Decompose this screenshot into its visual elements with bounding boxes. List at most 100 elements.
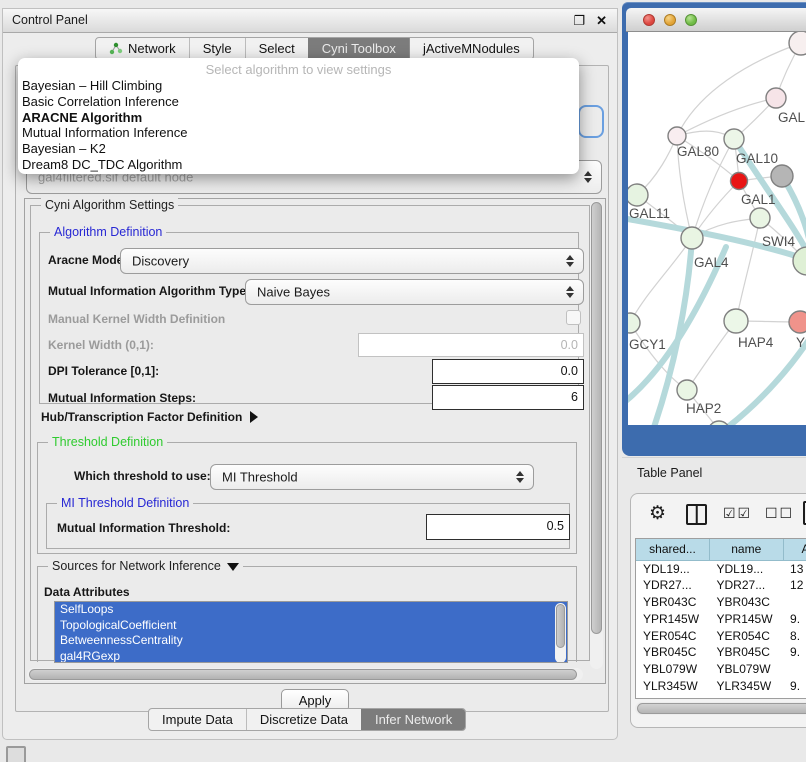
settings-vertical-scrollbar[interactable] bbox=[590, 201, 603, 669]
network-node-hap2[interactable] bbox=[677, 380, 697, 400]
algorithm-option[interactable]: Basic Correlation Inference bbox=[18, 94, 579, 110]
network-node-gal11[interactable] bbox=[628, 184, 648, 206]
tab-network[interactable]: Network bbox=[96, 38, 189, 59]
column-header-name[interactable]: name bbox=[710, 539, 784, 560]
tab-cyni-toolbox[interactable]: Cyni Toolbox bbox=[308, 38, 409, 59]
which-threshold-select[interactable]: MI Threshold bbox=[210, 464, 534, 490]
mi-threshold-field[interactable]: 0.5 bbox=[426, 514, 570, 540]
network-node-swi4[interactable] bbox=[793, 247, 806, 275]
network-node-hap4[interactable] bbox=[724, 309, 748, 333]
table-cell[interactable]: 8. bbox=[783, 627, 806, 644]
table-cell[interactable]: 12 bbox=[783, 577, 806, 594]
table-row[interactable]: YDL19...YDL19...13 bbox=[636, 560, 806, 577]
table-cell[interactable]: YBL079W bbox=[636, 661, 710, 678]
attribute-item[interactable]: gal4RGexp bbox=[55, 649, 567, 664]
network-edge[interactable] bbox=[736, 218, 760, 321]
close-traffic-icon[interactable] bbox=[643, 14, 655, 26]
gear-icon[interactable]: ⚙ bbox=[649, 502, 666, 526]
tab-discretize-data[interactable]: Discretize Data bbox=[246, 709, 361, 730]
table-cell[interactable]: YPR145W bbox=[710, 610, 784, 627]
network-node-gal[interactable] bbox=[766, 88, 786, 108]
network-edge[interactable] bbox=[677, 98, 776, 136]
network-node[interactable] bbox=[750, 208, 770, 228]
float-window-icon[interactable]: ❐ bbox=[573, 12, 585, 29]
algorithm-option[interactable]: Mutual Information Inference bbox=[18, 125, 579, 141]
table-cell[interactable]: YDL19... bbox=[636, 560, 710, 577]
table-row[interactable]: YIL052CYIL052C9 bbox=[636, 694, 806, 699]
columns-icon[interactable] bbox=[686, 504, 707, 525]
manual-kernel-checkbox[interactable] bbox=[566, 310, 581, 325]
table-cell[interactable]: YER054C bbox=[636, 627, 710, 644]
tab-style[interactable]: Style bbox=[189, 38, 245, 59]
docked-panel-icon[interactable] bbox=[6, 746, 26, 762]
table-cell[interactable]: YIL052C bbox=[636, 694, 710, 699]
table-cell[interactable]: YBR045C bbox=[710, 644, 784, 661]
algorithm-option[interactable]: Bayesian – K2 bbox=[18, 141, 579, 157]
table-cell[interactable]: 13 bbox=[783, 560, 806, 577]
attribute-item[interactable]: SelfLoops bbox=[55, 602, 567, 618]
control-panel-titlebar[interactable]: Control Panel ❐ ✕ bbox=[3, 9, 617, 33]
dpi-tolerance-field[interactable]: 0.0 bbox=[432, 359, 584, 384]
network-canvas[interactable]: GALGAL80GAL10GAL1GAL11SWI4GAL4GCY1HAP4YH… bbox=[628, 32, 806, 425]
table-cell[interactable]: YBR043C bbox=[636, 594, 710, 611]
tab-impute-data[interactable]: Impute Data bbox=[149, 709, 246, 730]
algorithm-option[interactable]: Dream8 DC_TDC Algorithm bbox=[18, 157, 579, 173]
data-attributes-list[interactable]: SelfLoopsTopologicalCoefficientBetweenne… bbox=[54, 601, 568, 663]
table-cell[interactable]: YBL079W bbox=[710, 661, 784, 678]
tab-jactivemnodules[interactable]: jActiveMNodules bbox=[409, 38, 533, 59]
network-window-titlebar[interactable] bbox=[626, 8, 806, 32]
table-cell[interactable]: YDL19... bbox=[710, 560, 784, 577]
table-row[interactable]: YPR145WYPR145W9. bbox=[636, 610, 806, 627]
table-cell[interactable]: 9. bbox=[783, 678, 806, 695]
close-icon[interactable]: ✕ bbox=[596, 12, 607, 29]
table-row[interactable]: YBR043CYBR043C bbox=[636, 594, 806, 611]
table-cell[interactable]: YLR345W bbox=[710, 678, 784, 695]
column-header-A[interactable]: A bbox=[783, 539, 806, 560]
mi-type-select[interactable]: Naive Bayes bbox=[245, 279, 584, 305]
network-edge[interactable] bbox=[628, 247, 726, 404]
minimize-traffic-icon[interactable] bbox=[664, 14, 676, 26]
table-cell[interactable]: YBR043C bbox=[710, 594, 784, 611]
mi-steps-field[interactable]: 6 bbox=[432, 385, 584, 410]
aracne-mode-select[interactable]: Discovery bbox=[120, 248, 584, 274]
table-row[interactable]: YBR045CYBR045C9. bbox=[636, 644, 806, 661]
network-node[interactable] bbox=[789, 32, 806, 55]
network-node-gcy1[interactable] bbox=[628, 313, 640, 333]
table-cell[interactable] bbox=[783, 661, 806, 678]
table-cell[interactable]: 9. bbox=[783, 610, 806, 627]
tab-infer-network[interactable]: Infer Network bbox=[361, 709, 465, 730]
algorithm-option[interactable]: ARACNE Algorithm bbox=[18, 110, 579, 126]
table-row[interactable]: YBL079WYBL079W bbox=[636, 661, 806, 678]
network-node-gal4[interactable] bbox=[681, 227, 703, 249]
table-cell[interactable]: YDR27... bbox=[636, 577, 710, 594]
table-cell[interactable]: 9 bbox=[783, 694, 806, 699]
network-node-y[interactable] bbox=[789, 311, 806, 333]
table-cell[interactable]: YPR145W bbox=[636, 610, 710, 627]
deselect-all-icon[interactable]: ☐☐ bbox=[765, 505, 794, 522]
table-cell[interactable]: 9. bbox=[783, 644, 806, 661]
settings-horizontal-scrollbar[interactable] bbox=[27, 668, 583, 681]
hub-definition-expander[interactable]: Hub/Transcription Factor Definition bbox=[41, 410, 258, 424]
table-cell[interactable]: YLR345W bbox=[636, 678, 710, 695]
attribute-item[interactable]: TopologicalCoefficient bbox=[55, 618, 567, 634]
table-row[interactable]: YLR345WYLR345W9. bbox=[636, 678, 806, 695]
table-row[interactable]: YDR27...YDR27...12 bbox=[636, 577, 806, 594]
network-node-gal1[interactable] bbox=[731, 173, 748, 190]
zoom-traffic-icon[interactable] bbox=[685, 14, 697, 26]
table-cell[interactable]: YER054C bbox=[710, 627, 784, 644]
network-node-gal80[interactable] bbox=[668, 127, 686, 145]
select-all-icon[interactable]: ☑☑ bbox=[723, 505, 752, 522]
network-node-gal10[interactable] bbox=[724, 129, 744, 149]
collapse-down-icon[interactable] bbox=[227, 563, 239, 571]
table-row[interactable]: YER054CYER054C8. bbox=[636, 627, 806, 644]
algorithm-option[interactable]: Bayesian – Hill Climbing bbox=[18, 78, 579, 94]
list-scrollbar[interactable] bbox=[555, 603, 566, 663]
table-cell[interactable]: YIL052C bbox=[710, 694, 784, 699]
kernel-width-field[interactable]: 0.0 bbox=[358, 333, 584, 357]
expand-right-icon[interactable] bbox=[250, 411, 258, 423]
table-horizontal-scrollbar[interactable] bbox=[635, 702, 806, 715]
network-node[interactable] bbox=[708, 421, 730, 425]
table-panel-titlebar[interactable]: Table Panel bbox=[622, 457, 806, 485]
attribute-item[interactable]: BetweennessCentrality bbox=[55, 633, 567, 649]
table-cell[interactable]: YDR27... bbox=[710, 577, 784, 594]
